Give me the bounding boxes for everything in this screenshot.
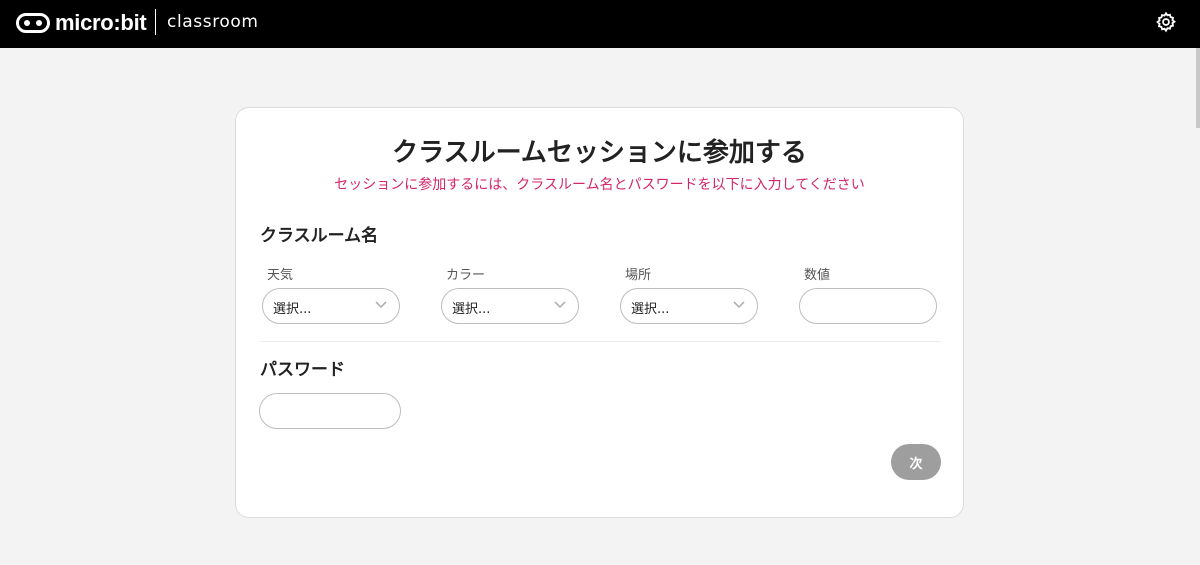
top-bar: micro:bit classroom xyxy=(0,0,1200,48)
password-input[interactable] xyxy=(259,393,401,429)
gear-icon[interactable] xyxy=(1155,11,1177,33)
scrollbar[interactable] xyxy=(1196,48,1200,128)
classroom-name-heading: クラスルーム名 xyxy=(260,226,379,246)
chevron-down-icon xyxy=(554,301,566,309)
page-title: クラスルームセッションに参加する xyxy=(392,138,807,168)
product-name: classroom xyxy=(167,12,259,32)
chevron-down-icon xyxy=(733,301,745,309)
next-button[interactable]: 次 xyxy=(891,444,941,480)
join-session-card: クラスルームセッションに参加する セッションに参加するには、クラスルーム名とパス… xyxy=(235,107,964,518)
microbit-logo-icon xyxy=(16,13,50,33)
location-select-value: 選択... xyxy=(631,302,670,317)
chevron-down-icon xyxy=(375,301,387,309)
location-label: 場所 xyxy=(625,268,652,283)
instruction-text: セッションに参加するには、クラスルーム名とパスワードを以下に入力してください xyxy=(334,177,865,193)
section-divider xyxy=(260,341,941,342)
password-heading: パスワード xyxy=(260,360,345,380)
color-label: カラー xyxy=(446,268,486,283)
number-input[interactable] xyxy=(799,288,937,324)
brand-name: micro:bit xyxy=(55,10,147,35)
color-select[interactable]: 選択... xyxy=(441,288,579,324)
weather-select-value: 選択... xyxy=(273,302,312,317)
weather-label: 天気 xyxy=(267,268,294,283)
number-label: 数値 xyxy=(804,268,831,283)
location-select[interactable]: 選択... xyxy=(620,288,758,324)
header-divider xyxy=(155,9,156,35)
color-select-value: 選択... xyxy=(452,302,491,317)
weather-select[interactable]: 選択... xyxy=(262,288,400,324)
